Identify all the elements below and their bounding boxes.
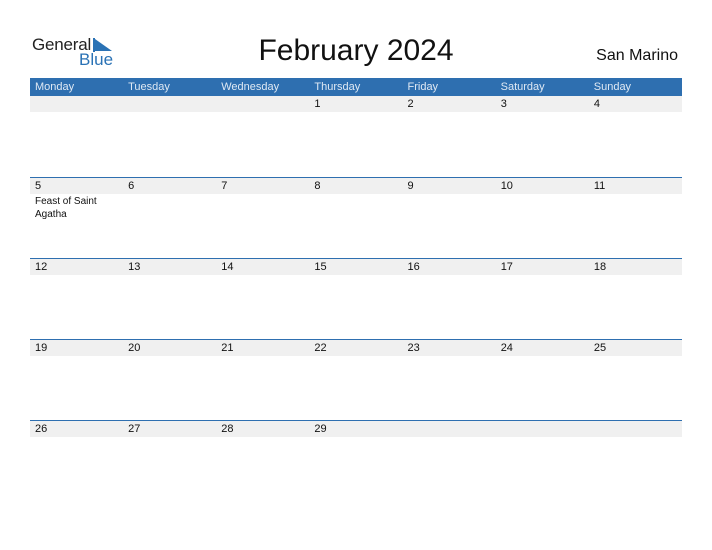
day-number [35,96,123,112]
day-cell: 13 [123,259,216,339]
day-cell: 3 [496,96,589,176]
day-number: 11 [593,180,606,192]
day-cell: 24 [496,340,589,420]
weekday-wednesday: Wednesday [221,81,280,93]
day-number: 12 [35,261,48,273]
day-number: 6 [128,180,135,192]
day-cell: 6 [123,178,216,258]
day-cell: 5 Feast of Saint Agatha [30,178,123,258]
day-number: 5 [35,180,42,192]
country-name: San Marino [596,47,678,64]
day-cell: 26 [30,421,123,501]
day-number: 2 [407,98,414,110]
weekday-tuesday: Tuesday [128,81,170,93]
day-cell: 12 [30,259,123,339]
day-number: 22 [314,342,327,354]
day-cell: 9 [403,178,496,258]
weekday-monday: Monday [35,81,75,93]
day-number [594,421,682,437]
week-row: 12 13 14 15 16 17 18 [30,258,682,340]
weekday-thursday: Thursday [314,81,361,93]
day-cell [589,421,682,501]
day-number [221,96,309,112]
day-cell: 17 [496,259,589,339]
day-number [408,421,496,437]
day-cell [403,421,496,501]
day-cell: 10 [496,178,589,258]
holiday-event: Feast of Saint Agatha [35,196,97,220]
day-number: 14 [221,261,234,273]
day-cell: 22 [309,340,402,420]
day-number: 8 [314,180,321,192]
day-number: 9 [407,180,414,192]
day-number: 26 [35,423,48,435]
day-cell: 20 [123,340,216,420]
day-number: 23 [407,342,420,354]
day-number [501,421,589,437]
week-row: 1 2 3 4 [30,96,682,177]
day-cell: 1 [309,96,402,176]
day-number: 27 [128,423,141,435]
week-row: 5 Feast of Saint Agatha 6 7 8 9 10 11 [30,177,682,259]
weekday-saturday: Saturday [500,81,545,93]
day-cell: 25 [589,340,682,420]
day-number: 18 [593,261,607,273]
week-row: 19 20 21 22 23 24 25 [30,339,682,421]
day-cell: 16 [403,259,496,339]
day-cell: 2 [403,96,496,176]
day-cell: 27 [123,421,216,501]
day-cell [123,96,216,176]
day-cell: 7 [216,178,309,258]
day-cell: 15 [309,259,402,339]
day-cell: 11 [589,178,682,258]
weekday-sunday: Sunday [593,81,632,93]
day-cell: 28 [216,421,309,501]
day-number: 24 [500,342,513,354]
day-cell: 29 [309,421,402,501]
day-cell: 18 [589,259,682,339]
day-number: 13 [128,261,141,273]
day-cell: 4 [589,96,682,176]
day-cell [216,96,309,176]
day-number: 4 [593,98,600,110]
day-cell: 19 [30,340,123,420]
day-number: 20 [128,342,141,354]
week-row: 26 27 28 29 [30,420,682,502]
day-number: 10 [500,180,513,192]
day-cell: 8 [309,178,402,258]
day-number: 1 [314,98,321,110]
day-number: 17 [500,261,513,273]
day-cell [30,96,123,176]
weekday-friday: Friday [407,81,439,93]
day-number: 29 [314,423,327,435]
day-number: 7 [221,180,228,192]
day-cell: 21 [216,340,309,420]
day-number: 15 [314,261,327,273]
day-cell: 14 [216,259,309,339]
day-number: 25 [593,342,607,354]
day-cell: 23 [403,340,496,420]
day-number: 21 [221,342,234,354]
day-cell [496,421,589,501]
day-number: 16 [407,261,420,273]
day-number [128,96,216,112]
day-number: 3 [500,98,507,110]
day-number: 28 [221,423,234,435]
weekday-header: Monday Tuesday Wednesday Thursday Friday… [30,78,682,96]
day-number: 19 [35,342,48,354]
